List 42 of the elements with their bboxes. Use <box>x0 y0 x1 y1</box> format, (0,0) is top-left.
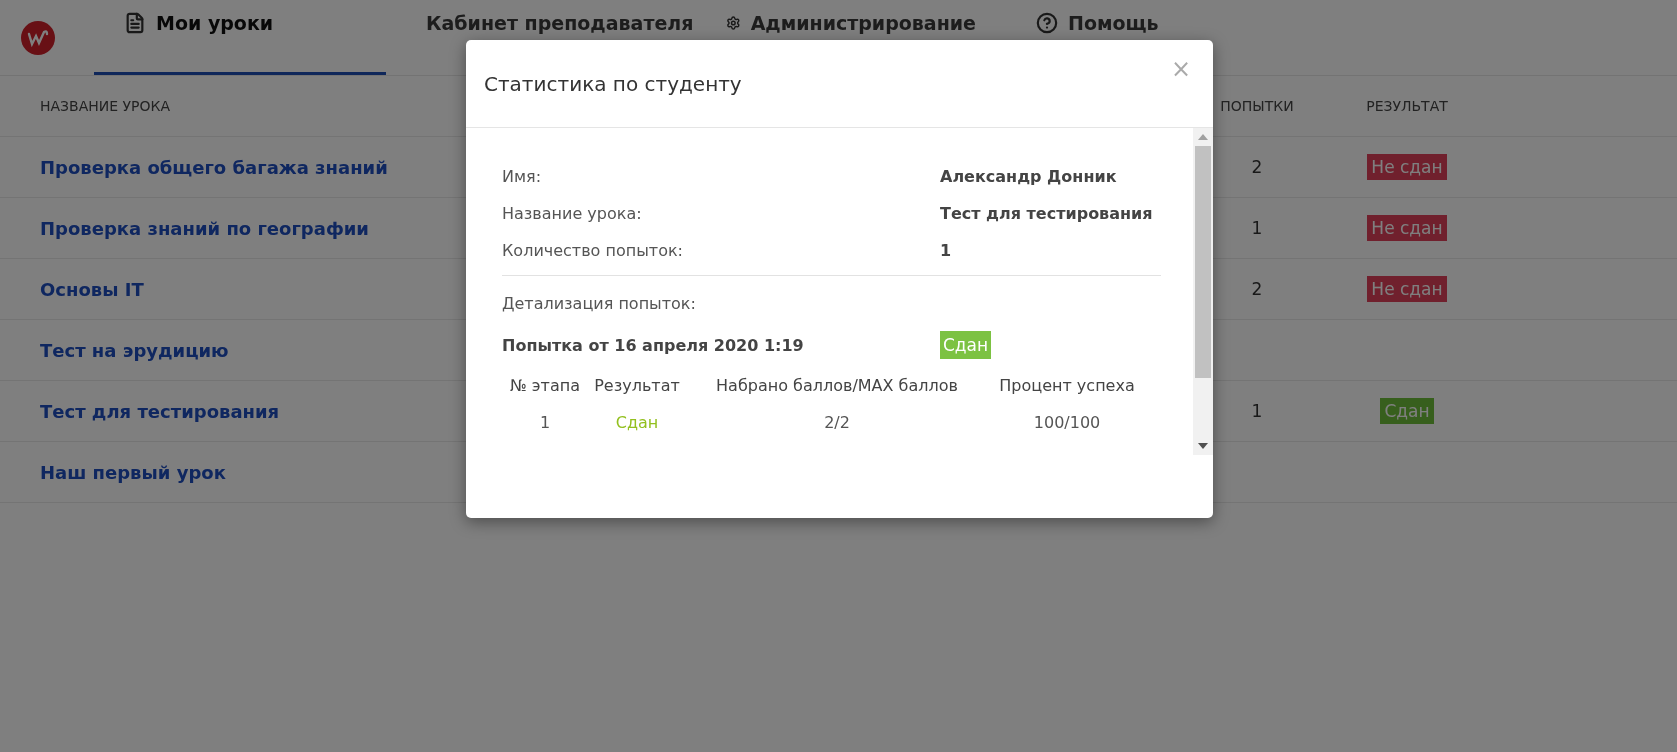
details-label: Детализация попыток: <box>502 293 697 315</box>
result-badge: Сдан <box>940 331 992 359</box>
result-badge: Не сдан <box>1367 276 1447 302</box>
lesson-link[interactable]: Проверка общего багажа знаний <box>0 156 388 178</box>
logo-icon[interactable] <box>20 19 56 56</box>
column-header: Процент успеха <box>999 376 1135 395</box>
result-badge: Сдан <box>1380 398 1434 424</box>
field-label: Количество попыток: <box>502 241 684 260</box>
scroll-down-icon[interactable] <box>1198 443 1208 449</box>
field-value: 1 <box>940 241 952 260</box>
table-cell: 100/100 <box>1033 413 1101 432</box>
attempt-title: Попытка от 16 апреля 2020 1:19 <box>502 335 805 355</box>
column-header: Результат <box>594 376 680 395</box>
scroll-up-icon[interactable] <box>1198 134 1208 140</box>
attempts-count: 2 <box>1251 279 1263 299</box>
close-button[interactable]: × <box>1170 54 1191 83</box>
lesson-link[interactable]: Основы IT <box>0 278 144 300</box>
table-cell: Сдан <box>615 413 659 432</box>
result-badge: Не сдан <box>1367 215 1447 241</box>
lesson-link[interactable]: Тест для тестирования <box>0 400 280 422</box>
lesson-link[interactable]: Проверка знаний по географии <box>0 217 369 239</box>
lesson-link[interactable]: Тест на эрудицию <box>0 339 229 361</box>
table-cell: 2/2 <box>824 413 850 432</box>
scrollbar[interactable] <box>1193 128 1213 455</box>
table-cell: 1 <box>539 413 551 432</box>
attempts-count: 2 <box>1251 157 1263 177</box>
field-label: Название урока: <box>502 204 643 223</box>
column-header: № этапа <box>510 376 580 395</box>
attempts-count: 1 <box>1251 218 1263 238</box>
document-icon <box>124 12 146 34</box>
field-value: Тест для тестирования <box>940 204 1153 223</box>
column-header: РЕЗУЛЬТАТ <box>1366 98 1448 114</box>
column-header: ПОПЫТКИ <box>1220 98 1294 114</box>
column-header: НАЗВАНИЕ УРОКА <box>39 98 171 114</box>
help-icon <box>1036 12 1058 34</box>
nav-tab[interactable]: Мои уроки <box>94 0 386 75</box>
field-value: Александр Донник <box>940 167 1117 186</box>
field-label: Имя: <box>502 167 543 186</box>
column-header: Набрано баллов/MAX баллов <box>716 376 958 395</box>
result-badge: Не сдан <box>1367 154 1447 180</box>
lesson-link[interactable]: Наш первый урок <box>0 461 226 483</box>
attempts-count: 1 <box>1251 401 1263 421</box>
